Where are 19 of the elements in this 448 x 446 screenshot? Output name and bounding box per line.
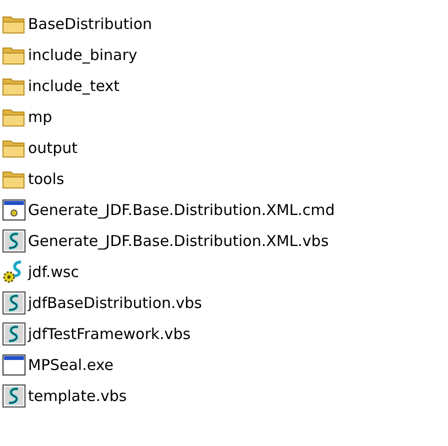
file-name[interactable]: template.vbs [28, 386, 127, 404]
script-icon [2, 384, 26, 408]
window-icon [2, 352, 26, 376]
window-gear-icon [2, 198, 26, 222]
file-name[interactable]: jdfTestFramework.vbs [28, 324, 191, 342]
file-name[interactable]: jdf.wsc [28, 262, 79, 280]
file-name[interactable]: include_binary [28, 46, 138, 64]
file-name[interactable]: mp [28, 108, 52, 126]
file-name[interactable]: Generate_JDF.Base.Distribution.XML.cmd [28, 200, 335, 218]
file-name[interactable]: include_text [28, 76, 120, 94]
file-name[interactable]: output [28, 138, 78, 156]
file-name[interactable]: jdfBaseDistribution.vbs [28, 294, 202, 312]
file-name[interactable]: BaseDistribution [28, 14, 152, 32]
file-name[interactable]: tools [28, 170, 64, 188]
file-name[interactable]: MPSeal.exe [28, 356, 114, 374]
file-name[interactable]: Generate_JDF.Base.Distribution.XML.vbs [28, 232, 329, 250]
script-icon [2, 228, 26, 252]
script-icon [2, 322, 26, 346]
script-icon [2, 290, 26, 314]
